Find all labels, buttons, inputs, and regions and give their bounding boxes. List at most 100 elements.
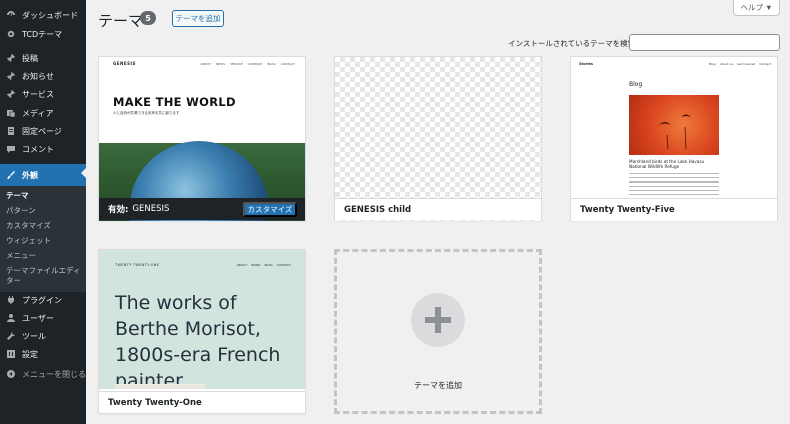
menu-label: メニューを閉じる [22,369,86,379]
submenu-menus[interactable]: メニュー [6,251,84,261]
menu-item-media[interactable]: メディア [0,104,86,122]
screenshot-nav-item: ABOUT [236,263,248,267]
submenu-customize[interactable]: カスタマイズ [6,221,84,231]
menu-label: 投稿 [22,53,38,63]
theme-name-bar: 有効: GENESIS カスタマイズ [99,198,305,220]
theme-screenshot[interactable]: TWENTY TWENTY-ONE ABOUT WORK BLOG CONTAC… [99,250,305,389]
screenshot-headline: MAKE THE WORLD [113,95,236,109]
menu-item-tools[interactable]: ツール [0,327,86,345]
menu-label: 固定ページ [22,126,62,136]
menu-item-tcd-theme[interactable]: TCDテーマ [0,25,86,43]
menu-label: TCDテーマ [22,29,63,39]
plus-icon [411,293,465,347]
add-new-theme-label: テーマを追加 [414,381,462,390]
screenshot-nav-item: BLOG [264,263,273,267]
menu-label: お知らせ [22,71,54,81]
collapse-menu-button[interactable]: メニューを閉じる [0,365,86,383]
screenshot-nav-item: NEWS [215,62,225,66]
theme-search-input[interactable] [629,34,780,51]
theme-card-twenty-twenty-five[interactable]: Stories Blog About us Get Inspired Conta… [570,56,778,221]
active-prefix: 有効: [108,205,129,215]
menu-item-plugins[interactable]: プラグイン [0,291,86,309]
settings-icon [5,348,17,360]
dashboard-icon [5,9,17,21]
menu-item-news[interactable]: お知らせ [0,67,86,85]
screenshot-brand: TWENTY TWENTY-ONE [115,263,160,267]
menu-item-service[interactable]: サービス [0,85,86,103]
menu-item-users[interactable]: ユーザー [0,309,86,327]
add-new-theme-card[interactable]: テーマを追加 [334,249,542,414]
screenshot-brand: GENESIS [113,61,136,66]
plugin-icon [5,294,17,306]
menu-label: 設定 [22,349,38,359]
theme-card-genesis[interactable]: GENESIS ABOUT NEWS SERVICE COMPANY BLOG … [98,56,306,221]
brush-icon [5,169,17,181]
screenshot-nav-item: Blog [709,62,716,66]
theme-screenshot[interactable]: Stories Blog About us Get Inspired Conta… [571,57,777,221]
menu-item-comments[interactable]: コメント [0,140,86,158]
screenshot-brand: Stories [579,62,593,66]
add-new-theme-button[interactable]: テーマを追加 [172,10,224,27]
pin-icon [5,70,17,82]
media-icon [5,107,17,119]
page-icon [5,125,17,137]
screenshot-nav-item: SERVICE [230,62,243,66]
birds-silhouette [659,114,691,150]
menu-item-pages[interactable]: 固定ページ [0,122,86,140]
menu-label: プラグイン [22,295,62,305]
appearance-submenu: テーマ パターン カスタマイズ ウィジェット メニュー テーマファイルエディター [0,186,86,292]
screenshot-nav-item: CONTACT [276,263,291,267]
menu-item-settings[interactable]: 設定 [0,345,86,363]
screenshot-nav-item: BLOG [267,62,276,66]
menu-label: サービス [22,89,54,99]
screenshot-nav-item: Get Inspired [737,62,756,66]
theme-name: Twenty Twenty-Five [571,198,777,220]
customize-button[interactable]: カスタマイズ [243,202,297,217]
screenshot-nav-item: About us [719,62,734,66]
theme-name: Twenty Twenty-One [99,391,305,413]
menu-label: ユーザー [22,313,54,323]
page-title: テーマ [98,12,144,30]
screenshot-nav: ABOUT NEWS SERVICE COMPANY BLOG CONTACT [201,62,295,66]
submenu-theme-file-editor[interactable]: テーマファイルエディター [6,266,84,286]
help-tab-button[interactable]: ヘルプ ▼ [733,0,780,16]
menu-item-posts[interactable]: 投稿 [0,49,86,67]
screenshot-blog-title: Blog [629,81,643,88]
screenshot-nav-item: CONTACT [280,62,295,66]
theme-card-twenty-twenty-one[interactable]: TWENTY TWENTY-ONE ABOUT WORK BLOG CONTAC… [98,249,306,414]
theme-count-badge: 5 [140,11,156,25]
painting-image [115,384,205,389]
menu-label: コメント [22,144,54,154]
submenu-patterns[interactable]: パターン [6,206,84,216]
screenshot-caption: Marshland birds at the Lake Havasu Natio… [629,159,705,169]
screenshot-nav-item: Contact [759,62,771,66]
menu-label: ツール [22,331,46,341]
theme-screenshot-placeholder[interactable] [335,57,541,221]
menu-label: ダッシュボード [22,10,78,20]
submenu-themes[interactable]: テーマ [6,191,84,201]
pin-icon [5,52,17,64]
comment-icon [5,143,17,155]
screenshot-nav-item: WORK [251,263,261,267]
user-icon [5,312,17,324]
admin-sidebar: ダッシュボード TCDテーマ 投稿 お知らせ サービス メディア 固定ページ コ… [0,0,86,424]
submenu-widgets[interactable]: ウィジェット [6,236,84,246]
search-label: インストールされているテーマを検索 [508,39,636,48]
menu-item-appearance[interactable]: 外観 [0,164,86,186]
theme-name: GENESIS [132,204,170,214]
menu-item-dashboard[interactable]: ダッシュボード [0,6,86,24]
wrench-icon [5,330,17,342]
theme-name: GENESIS child [335,198,541,220]
screenshot-nav-item: ABOUT [200,62,211,66]
screenshot-nav-item: COMPANY [247,62,263,66]
collapse-icon [5,368,17,380]
theme-screenshot[interactable]: GENESIS ABOUT NEWS SERVICE COMPANY BLOG … [99,57,305,221]
pin-icon [5,88,17,100]
gear-icon [5,28,17,40]
menu-label: 外観 [22,170,38,180]
theme-card-genesis-child[interactable]: GENESIS child [334,56,542,221]
screenshot-headline: The works of Berthe Morisot, 1800s-era F… [115,292,281,389]
menu-label: メディア [22,108,54,118]
birds-image [629,95,719,155]
screenshot-nav: ABOUT WORK BLOG CONTACT [237,263,291,267]
